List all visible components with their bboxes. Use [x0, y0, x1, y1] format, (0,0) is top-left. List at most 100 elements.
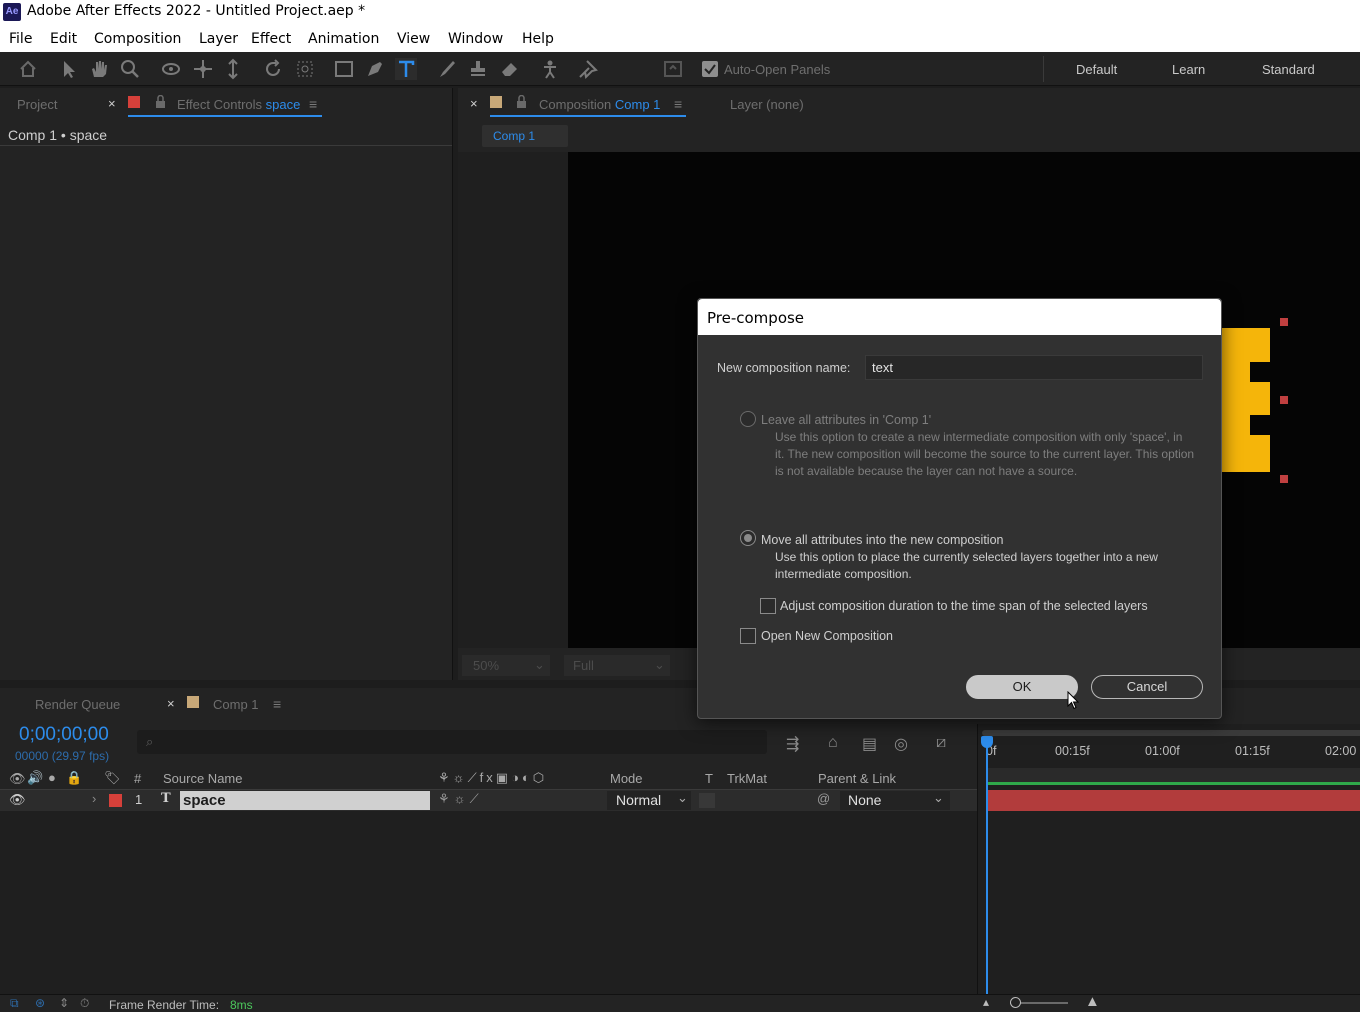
bounding-handle[interactable]: [1280, 475, 1288, 483]
clone-stamp-icon[interactable]: [467, 58, 489, 80]
menu-composition[interactable]: Composition: [94, 31, 181, 47]
lock-icon[interactable]: [516, 95, 527, 108]
orbit-camera-icon[interactable]: [160, 58, 182, 80]
switches-header-icons: ⚘☼⟋fx▣◑◐⬡: [438, 770, 548, 785]
comp-toggle-icon[interactable]: ⧉: [10, 996, 19, 1011]
rotate-tool-icon[interactable]: [262, 58, 284, 80]
comp-flowchart-icon[interactable]: ⇶: [786, 734, 799, 754]
source-name-header[interactable]: Source Name: [163, 771, 242, 786]
playhead-line[interactable]: [986, 738, 988, 1008]
workspace-learn[interactable]: Learn: [1172, 62, 1205, 77]
tab-timeline-comp[interactable]: Comp 1: [213, 697, 259, 712]
tab-effect-controls[interactable]: Effect Controls space: [177, 97, 300, 112]
menu-edit[interactable]: Edit: [50, 31, 77, 47]
visibility-eye-icon[interactable]: 👁: [9, 792, 26, 808]
close-icon[interactable]: ×: [167, 696, 175, 711]
menu-animation[interactable]: Animation: [308, 31, 379, 47]
layer-label-color-icon: [128, 96, 140, 108]
current-timecode[interactable]: 0;00;00;00: [19, 724, 109, 746]
frame-blending-icon[interactable]: ▤: [862, 734, 877, 754]
anchor-point-icon[interactable]: [294, 58, 316, 80]
roto-brush-icon[interactable]: [539, 58, 561, 80]
adjust-duration-checkbox[interactable]: [760, 598, 776, 614]
menu-view[interactable]: View: [397, 31, 430, 47]
zoom-tool-icon[interactable]: [119, 58, 141, 80]
composition-name-input[interactable]: text: [865, 355, 1203, 380]
dolly-tool-icon[interactable]: [222, 58, 244, 80]
menu-window[interactable]: Window: [448, 31, 503, 47]
ok-button[interactable]: OK: [966, 675, 1078, 699]
tab-render-queue[interactable]: Render Queue: [35, 697, 120, 712]
auto-open-panels-checkbox[interactable]: [702, 61, 718, 77]
selection-tool-icon[interactable]: [58, 58, 80, 80]
zoom-slider-handle[interactable]: [1010, 997, 1021, 1008]
zoom-out-icon[interactable]: ▴: [983, 995, 989, 1009]
menu-help[interactable]: Help: [522, 31, 554, 47]
work-area-bar[interactable]: [982, 730, 1360, 736]
layer-search-input[interactable]: ⌕: [137, 730, 767, 754]
preserve-transparency-box[interactable]: [699, 793, 715, 808]
layer-switches-icons[interactable]: ⚘☼⟋: [438, 791, 483, 807]
panel-toggle-icon[interactable]: [662, 58, 684, 80]
search-icon: ⌕: [146, 734, 154, 749]
layer-name-field[interactable]: space: [180, 791, 430, 810]
panel-menu-icon[interactable]: ≡: [674, 96, 682, 112]
bounding-handle[interactable]: [1280, 318, 1288, 326]
pick-whip-icon[interactable]: @: [817, 791, 830, 806]
text-layer-glyph[interactable]: [1222, 328, 1270, 472]
cancel-button[interactable]: Cancel: [1091, 675, 1203, 699]
bounding-handle[interactable]: [1280, 396, 1288, 404]
render-time-icon[interactable]: ⏱: [80, 996, 89, 1011]
workspace-standard[interactable]: Standard: [1262, 62, 1315, 77]
ruler-label: 01:00f: [1145, 744, 1180, 758]
expand-chevron-icon[interactable]: ›: [92, 791, 96, 806]
workspace-default[interactable]: Default: [1076, 62, 1117, 77]
radio-dot: [744, 534, 752, 542]
blend-mode-dropdown[interactable]: Normal ⌄: [607, 790, 691, 810]
brush-tool-icon[interactable]: [436, 58, 458, 80]
menu-file[interactable]: File: [9, 31, 32, 47]
rectangle-tool-icon[interactable]: [333, 58, 355, 80]
zoom-dropdown[interactable]: 50% ⌄: [462, 655, 550, 676]
resolution-dropdown[interactable]: Full ⌄: [564, 655, 670, 676]
hand-tool-icon[interactable]: [88, 58, 110, 80]
layer-label-color-icon[interactable]: [109, 794, 122, 807]
solo-icon: ●: [48, 770, 56, 785]
open-new-composition-checkbox[interactable]: [740, 628, 756, 644]
lock-icon[interactable]: [155, 95, 166, 108]
transfer-controls-icon[interactable]: ⊛: [35, 996, 45, 1010]
playhead-handle[interactable]: [981, 736, 993, 748]
panel-menu-icon[interactable]: ≡: [309, 96, 317, 112]
graph-editor-icon[interactable]: ⧄: [936, 734, 946, 752]
close-icon[interactable]: ×: [470, 96, 478, 111]
puppet-pin-icon[interactable]: [577, 58, 599, 80]
trkmat-header: TrkMat: [727, 771, 767, 786]
close-icon[interactable]: ×: [108, 96, 116, 111]
layer-column-headers: 👁 🔊 ● 🔒 🏷 # Source Name ⚘☼⟋fx▣◑◐⬡ Mode T…: [0, 768, 977, 790]
in-out-icon[interactable]: ⇕: [59, 996, 69, 1010]
tab-composition[interactable]: Composition Comp 1: [539, 97, 660, 112]
move-attributes-label[interactable]: Move all attributes into the new composi…: [761, 533, 1004, 547]
adjust-duration-label[interactable]: Adjust composition duration to the time …: [780, 599, 1148, 613]
home-icon[interactable]: [17, 58, 39, 80]
motion-blur-icon[interactable]: ◎: [894, 734, 908, 754]
zoom-value: 50%: [473, 658, 500, 673]
eraser-tool-icon[interactable]: [499, 58, 521, 80]
zoom-in-icon[interactable]: ▲: [1085, 993, 1100, 1010]
menu-layer[interactable]: Layer: [199, 31, 238, 47]
leave-attributes-description: Use this option to create a new intermed…: [775, 430, 1195, 478]
menu-effect[interactable]: Effect: [251, 31, 291, 47]
parent-dropdown[interactable]: None ⌄: [840, 790, 950, 810]
shy-layers-icon[interactable]: ⌂: [828, 734, 838, 752]
layer-duration-bar[interactable]: [986, 790, 1360, 811]
tab-project[interactable]: Project: [17, 97, 57, 112]
open-new-composition-label[interactable]: Open New Composition: [761, 629, 893, 643]
table-row[interactable]: 👁 › 1 T space ⚘☼⟋ Normal ⌄ @ None ⌄: [0, 790, 977, 811]
pen-tool-icon[interactable]: [364, 58, 386, 80]
comp-subtab[interactable]: Comp 1: [482, 125, 568, 147]
type-tool-icon[interactable]: [395, 58, 417, 80]
panel-menu-icon[interactable]: ≡: [273, 696, 281, 712]
move-attributes-radio[interactable]: [740, 530, 756, 546]
pan-behind-icon[interactable]: [192, 58, 214, 80]
tab-layer[interactable]: Layer (none): [730, 97, 804, 112]
